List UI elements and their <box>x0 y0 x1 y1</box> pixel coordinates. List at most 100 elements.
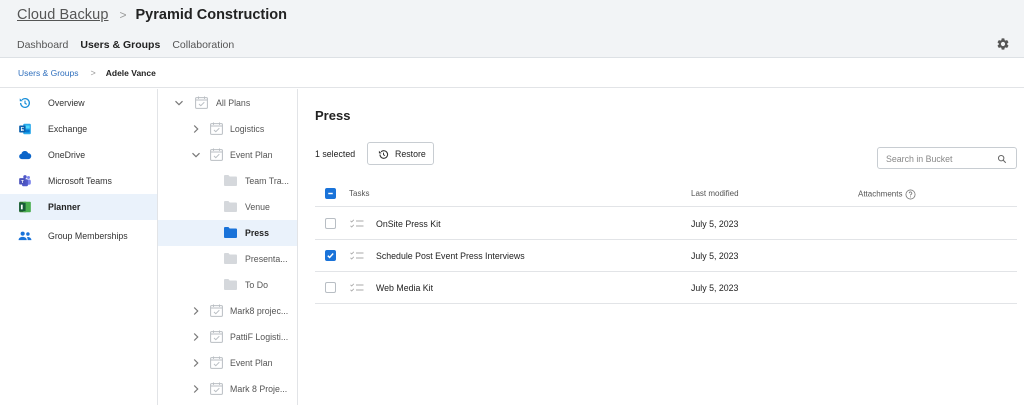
chevron-right-icon[interactable] <box>191 306 201 316</box>
tree-item-label: Presenta... <box>245 254 288 264</box>
sidebar-item-label: Exchange <box>48 124 88 134</box>
table-row[interactable]: Schedule Post Event Press Interviews July… <box>315 240 1017 272</box>
folder-icon <box>224 175 237 186</box>
chevron-down-icon[interactable] <box>191 150 201 160</box>
task-name[interactable]: Web Media Kit <box>376 283 433 293</box>
plan-tree: All Plans Logistics Event Plan Team Tra... V… <box>158 89 298 405</box>
tree-item-label: Venue <box>245 202 270 212</box>
tree-item-label: Event Plan <box>230 358 273 368</box>
plan-calendar-icon <box>210 330 223 343</box>
sidebar-item-overview[interactable]: Overview <box>0 90 157 116</box>
sidebar-item-teams[interactable]: T Microsoft Teams <box>0 168 157 194</box>
column-attachments-label: Attachments <box>858 189 903 199</box>
group-people-icon <box>18 229 32 243</box>
column-attachments[interactable]: Attachments <box>858 189 916 200</box>
task-name[interactable]: Schedule Post Event Press Interviews <box>376 251 525 261</box>
chevron-right-icon[interactable] <box>191 384 201 394</box>
top-nav: Dashboard Users & Groups Collaboration <box>17 38 246 52</box>
app-header: Cloud Backup > Pyramid Construction Dash… <box>0 0 1024 58</box>
search-input[interactable] <box>886 151 996 166</box>
sidebar-item-group-memberships[interactable]: Group Memberships <box>0 223 157 249</box>
selected-count: 1 selected <box>315 149 356 159</box>
onedrive-cloud-icon <box>18 148 32 162</box>
tree-item-label: Logistics <box>230 124 265 134</box>
plan-calendar-icon <box>195 96 208 109</box>
restore-label: Restore <box>395 149 426 159</box>
row-checkbox[interactable] <box>325 282 336 293</box>
sidebar-item-exchange[interactable]: E Exchange <box>0 116 157 142</box>
plan-calendar-icon <box>210 304 223 317</box>
folder-icon <box>224 227 237 238</box>
task-modified-date: July 5, 2023 <box>691 283 739 293</box>
plan-calendar-icon <box>210 148 223 161</box>
table-row[interactable]: Web Media Kit July 5, 2023 <box>315 272 1017 304</box>
folder-icon <box>224 253 237 264</box>
sidebar-item-label: Overview <box>48 98 85 108</box>
sidebar-item-onedrive[interactable]: OneDrive <box>0 142 157 168</box>
chevron-right-icon[interactable] <box>191 124 201 134</box>
sidebar-item-label: Planner <box>48 202 81 212</box>
nav-collaboration[interactable]: Collaboration <box>172 39 234 51</box>
search-icon[interactable] <box>997 154 1007 164</box>
tree-item-label: Press <box>245 228 269 238</box>
search-box <box>877 147 1017 169</box>
breadcrumb-users-groups[interactable]: Users & Groups <box>18 68 78 78</box>
column-tasks[interactable]: Tasks <box>349 189 369 198</box>
breadcrumb-current: Adele Vance <box>105 68 156 78</box>
tree-item[interactable]: Presenta... <box>158 246 297 272</box>
tree-item[interactable]: Logistics <box>158 116 297 142</box>
title-separator: > <box>119 8 127 22</box>
minus-icon <box>328 192 333 195</box>
task-checklist-icon <box>350 283 364 292</box>
column-last-modified[interactable]: Last modified <box>691 189 739 198</box>
nav-dashboard[interactable]: Dashboard <box>17 39 68 51</box>
plan-calendar-icon <box>210 122 223 135</box>
row-checkbox[interactable] <box>325 218 336 229</box>
tree-item[interactable]: All Plans <box>158 90 297 116</box>
tree-item[interactable]: To Do <box>158 272 297 298</box>
select-all-checkbox[interactable] <box>325 188 336 199</box>
restore-button[interactable]: Restore <box>367 142 434 165</box>
org-name: Pyramid Construction <box>135 7 287 23</box>
sidebar-item-planner[interactable]: Planner <box>0 194 157 220</box>
tree-item-label: Event Plan <box>230 150 273 160</box>
svg-text:E: E <box>21 127 25 133</box>
gear-icon[interactable] <box>996 37 1010 51</box>
tree-item[interactable]: Mark 8 Proje... <box>158 376 297 402</box>
task-checklist-icon <box>350 251 364 260</box>
nav-users-groups[interactable]: Users & Groups <box>80 39 160 51</box>
chevron-right-icon[interactable] <box>191 332 201 342</box>
breadcrumb-separator: > <box>90 68 96 78</box>
app-title-link[interactable]: Cloud Backup <box>17 7 108 23</box>
chevron-right-icon[interactable] <box>191 358 201 368</box>
tree-item[interactable]: Mark8 projec... <box>158 298 297 324</box>
checkmark-icon <box>327 253 334 259</box>
folder-icon <box>224 201 237 212</box>
page-title: Press <box>315 108 351 123</box>
tree-item[interactable]: Event Plan <box>158 142 297 168</box>
tree-item[interactable]: Venue <box>158 194 297 220</box>
task-name[interactable]: OnSite Press Kit <box>376 219 441 229</box>
history-clock-icon <box>18 96 32 110</box>
title-row: Cloud Backup > Pyramid Construction <box>17 6 287 24</box>
chevron-down-icon[interactable] <box>174 98 184 108</box>
exchange-icon: E <box>18 122 32 136</box>
help-question-icon[interactable] <box>905 189 916 200</box>
plan-calendar-icon <box>210 382 223 395</box>
sidebar-item-label: Microsoft Teams <box>48 176 112 186</box>
tree-item[interactable]: Press <box>158 220 297 246</box>
row-checkbox[interactable] <box>325 250 336 261</box>
tree-item[interactable]: PattiF Logisti... <box>158 324 297 350</box>
svg-text:T: T <box>21 179 24 185</box>
tree-item[interactable]: Event Plan <box>158 350 297 376</box>
tree-item-label: PattiF Logisti... <box>230 332 289 342</box>
tree-item[interactable]: Team Tra... <box>158 168 297 194</box>
tree-item-label: Team Tra... <box>245 176 289 186</box>
planner-icon <box>18 200 32 214</box>
breadcrumb: Users & Groups > Adele Vance <box>0 59 1024 88</box>
tree-item-label: Mark 8 Proje... <box>230 384 288 394</box>
task-modified-date: July 5, 2023 <box>691 251 739 261</box>
table-header: Tasks Last modified Attachments <box>315 182 1017 207</box>
table-row[interactable]: OnSite Press Kit July 5, 2023 <box>315 208 1017 240</box>
teams-icon: T <box>18 174 32 188</box>
